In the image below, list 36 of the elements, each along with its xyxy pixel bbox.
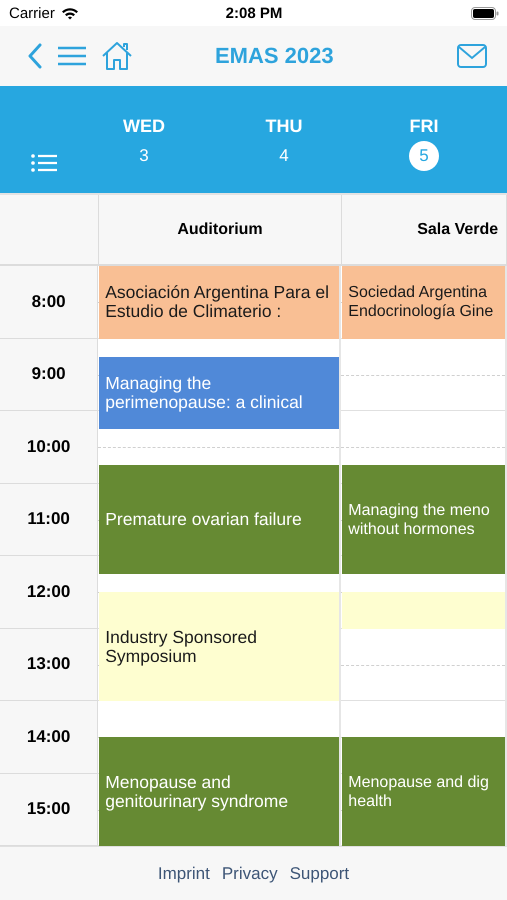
session-block[interactable]: Premature ovarian failure bbox=[99, 465, 340, 574]
wifi-icon bbox=[60, 6, 79, 20]
footer-link[interactable]: Support bbox=[290, 864, 350, 884]
back-icon[interactable] bbox=[27, 43, 43, 69]
hour-label: 9:00 bbox=[0, 338, 98, 411]
list-icon[interactable] bbox=[31, 154, 57, 172]
menu-icon[interactable] bbox=[57, 46, 87, 66]
app-title: EMAS 2023 bbox=[215, 43, 335, 69]
session-block[interactable]: Asociación Argentina Para el Estudio de Climaterio : bbox=[99, 266, 340, 338]
session-block[interactable]: Managing the perimenopause: a clinical bbox=[99, 356, 340, 430]
room-header: Auditorium bbox=[98, 195, 342, 264]
hour-label: 14:00 bbox=[0, 701, 98, 774]
footer-link[interactable]: Imprint bbox=[158, 864, 210, 884]
hour-label: 10:00 bbox=[0, 411, 98, 484]
weekday-tab[interactable]: THU bbox=[266, 116, 302, 137]
session-block[interactable]: Industry Sponsored Symposium bbox=[99, 592, 340, 701]
weekday-tab[interactable]: WED bbox=[123, 116, 165, 137]
clock-time: 2:08 PM bbox=[226, 4, 282, 22]
session-block[interactable]: Managing the meno without hormones bbox=[342, 465, 505, 574]
carrier-name: Carrier bbox=[9, 4, 55, 22]
session-block[interactable]: Menopause and dig health bbox=[342, 737, 505, 846]
hour-label: 11:00 bbox=[0, 484, 98, 556]
hour-label: 13:00 bbox=[0, 628, 98, 701]
date-number[interactable]: 5 bbox=[409, 141, 439, 171]
session-block[interactable]: Menopause and genitourinary syndrome bbox=[99, 737, 340, 846]
battery-icon bbox=[470, 6, 499, 20]
date-number[interactable]: 3 bbox=[129, 141, 159, 171]
hour-label: 8:00 bbox=[0, 266, 98, 338]
date-number[interactable]: 4 bbox=[269, 141, 299, 171]
weekday-tab[interactable]: FRI bbox=[410, 116, 438, 137]
footer-link[interactable]: Privacy bbox=[222, 864, 278, 884]
session-block[interactable]: Sociedad Argentina Endocrinología Gine bbox=[342, 266, 505, 338]
room-header: Sala Verde bbox=[342, 195, 507, 264]
hour-label: 12:00 bbox=[0, 556, 98, 628]
home-icon[interactable] bbox=[101, 41, 133, 71]
mail-icon[interactable] bbox=[457, 44, 487, 68]
